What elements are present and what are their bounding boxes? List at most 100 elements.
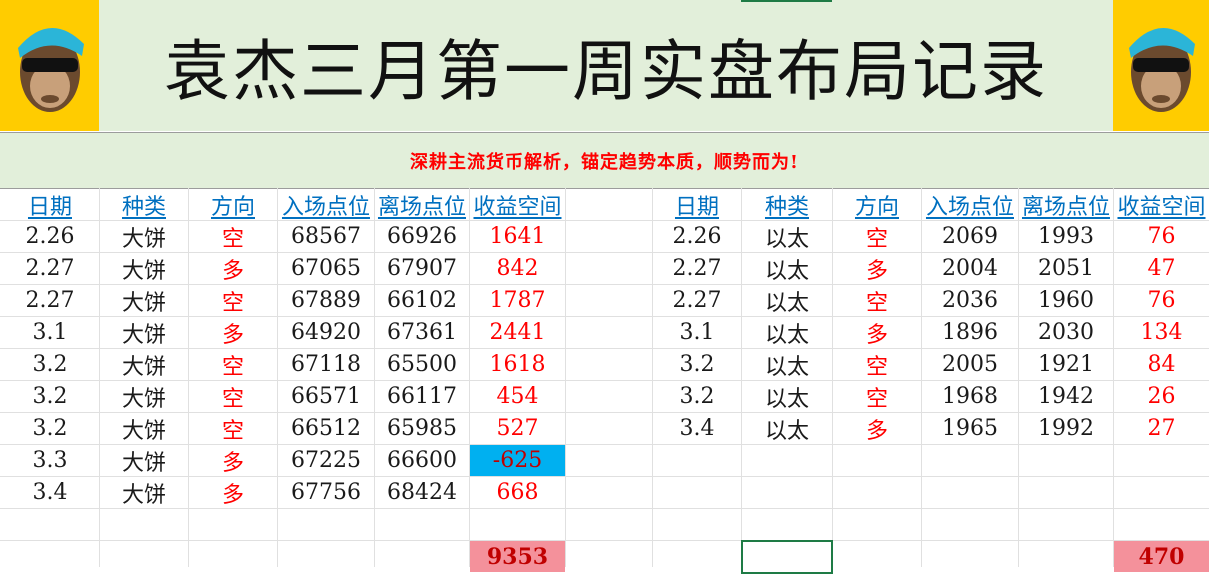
table-cell[interactable]: 2004: [922, 253, 1018, 284]
table-cell[interactable]: 多: [833, 413, 921, 444]
table-cell[interactable]: 67907: [375, 253, 469, 284]
table-cell[interactable]: 842: [470, 253, 565, 284]
table-cell[interactable]: 2.26: [653, 221, 741, 252]
table-cell[interactable]: 多: [833, 253, 921, 284]
table-cell[interactable]: 3.2: [1, 349, 99, 380]
table-cell[interactable]: 65500: [375, 349, 469, 380]
column-header[interactable]: 方向: [189, 189, 277, 220]
table-cell[interactable]: 3.2: [1, 381, 99, 412]
table-cell[interactable]: 1960: [1019, 285, 1113, 316]
table-cell[interactable]: 67889: [278, 285, 374, 316]
table-cell[interactable]: 3.4: [653, 413, 741, 444]
column-header[interactable]: 日期: [1, 189, 99, 220]
table-cell[interactable]: 1942: [1019, 381, 1113, 412]
table-cell[interactable]: 空: [833, 221, 921, 252]
table-cell[interactable]: 2069: [922, 221, 1018, 252]
table-cell[interactable]: 64920: [278, 317, 374, 348]
table-cell[interactable]: 67065: [278, 253, 374, 284]
table-cell[interactable]: 多: [189, 445, 277, 476]
table-cell[interactable]: 3.2: [653, 349, 741, 380]
table-cell[interactable]: 527: [470, 413, 565, 444]
table-cell[interactable]: 以太: [742, 349, 832, 380]
table-cell[interactable]: 76: [1114, 221, 1209, 252]
table-cell[interactable]: 空: [189, 221, 277, 252]
column-header[interactable]: 日期: [653, 189, 741, 220]
table-cell[interactable]: 1787: [470, 285, 565, 316]
total-cell[interactable]: 470: [1114, 541, 1209, 572]
table-cell[interactable]: 2036: [922, 285, 1018, 316]
table-cell[interactable]: 大饼: [100, 221, 188, 252]
table-cell[interactable]: 空: [189, 285, 277, 316]
table-cell[interactable]: 134: [1114, 317, 1209, 348]
table-cell[interactable]: 大饼: [100, 285, 188, 316]
table-cell[interactable]: 空: [833, 285, 921, 316]
table-cell[interactable]: 2.27: [653, 285, 741, 316]
table-cell[interactable]: 668: [470, 477, 565, 508]
table-cell[interactable]: 多: [189, 477, 277, 508]
column-header[interactable]: 离场点位: [375, 189, 469, 220]
table-cell[interactable]: 大饼: [100, 317, 188, 348]
table-cell[interactable]: 66102: [375, 285, 469, 316]
column-header[interactable]: 种类: [742, 189, 832, 220]
table-cell[interactable]: 2030: [1019, 317, 1113, 348]
table-cell[interactable]: 2.27: [1, 253, 99, 284]
table-cell[interactable]: -625: [470, 445, 565, 476]
table-cell[interactable]: 大饼: [100, 477, 188, 508]
table-cell[interactable]: 66117: [375, 381, 469, 412]
table-cell[interactable]: 84: [1114, 349, 1209, 380]
total-cell[interactable]: 9353: [470, 541, 565, 572]
column-header[interactable]: 方向: [833, 189, 921, 220]
table-cell[interactable]: 多: [189, 253, 277, 284]
table-cell[interactable]: 大饼: [100, 253, 188, 284]
table-cell[interactable]: 1641: [470, 221, 565, 252]
table-cell[interactable]: 3.1: [1, 317, 99, 348]
column-header[interactable]: 入场点位: [922, 189, 1018, 220]
table-cell[interactable]: 67225: [278, 445, 374, 476]
table-cell[interactable]: 1896: [922, 317, 1018, 348]
table-cell[interactable]: 大饼: [100, 445, 188, 476]
spreadsheet-grid[interactable]: 日期 种类 方向 入场点位 离场点位 收益空间 2.26 大饼空 68567 66926 1641 2…: [0, 188, 1209, 574]
table-cell[interactable]: 以太: [742, 413, 832, 444]
column-header[interactable]: 种类: [100, 189, 188, 220]
column-header[interactable]: 离场点位: [1019, 189, 1113, 220]
table-cell[interactable]: 1992: [1019, 413, 1113, 444]
table-cell[interactable]: 67361: [375, 317, 469, 348]
table-cell[interactable]: 空: [833, 349, 921, 380]
table-cell[interactable]: 66926: [375, 221, 469, 252]
table-cell[interactable]: 2051: [1019, 253, 1113, 284]
table-cell[interactable]: 1965: [922, 413, 1018, 444]
table-cell[interactable]: 以太: [742, 317, 832, 348]
table-cell[interactable]: 67756: [278, 477, 374, 508]
table-cell[interactable]: 空: [189, 413, 277, 444]
table-cell[interactable]: 以太: [742, 221, 832, 252]
table-cell[interactable]: 2.27: [1, 285, 99, 316]
table-cell[interactable]: 2.27: [653, 253, 741, 284]
table-cell[interactable]: 以太: [742, 253, 832, 284]
table-cell[interactable]: 空: [833, 381, 921, 412]
table-cell[interactable]: 66512: [278, 413, 374, 444]
active-cell-selection[interactable]: [741, 540, 833, 574]
table-cell[interactable]: 1921: [1019, 349, 1113, 380]
column-header[interactable]: 收益空间: [470, 189, 565, 220]
table-cell[interactable]: 以太: [742, 285, 832, 316]
table-cell[interactable]: 2441: [470, 317, 565, 348]
column-header[interactable]: 收益空间: [1114, 189, 1209, 220]
table-cell[interactable]: 大饼: [100, 413, 188, 444]
table-cell[interactable]: 空: [189, 349, 277, 380]
table-cell[interactable]: 3.2: [1, 413, 99, 444]
table-cell[interactable]: 多: [189, 317, 277, 348]
table-cell[interactable]: 3.1: [653, 317, 741, 348]
table-cell[interactable]: 多: [833, 317, 921, 348]
table-cell[interactable]: 以太: [742, 381, 832, 412]
table-cell[interactable]: 3.3: [1, 445, 99, 476]
table-cell[interactable]: 1968: [922, 381, 1018, 412]
table-cell[interactable]: 454: [470, 381, 565, 412]
table-cell[interactable]: 66571: [278, 381, 374, 412]
table-cell[interactable]: 2.26: [1, 221, 99, 252]
table-cell[interactable]: 大饼: [100, 349, 188, 380]
table-cell[interactable]: 1993: [1019, 221, 1113, 252]
table-cell[interactable]: 3.2: [653, 381, 741, 412]
table-cell[interactable]: 26: [1114, 381, 1209, 412]
table-cell[interactable]: 47: [1114, 253, 1209, 284]
table-cell[interactable]: 27: [1114, 413, 1209, 444]
